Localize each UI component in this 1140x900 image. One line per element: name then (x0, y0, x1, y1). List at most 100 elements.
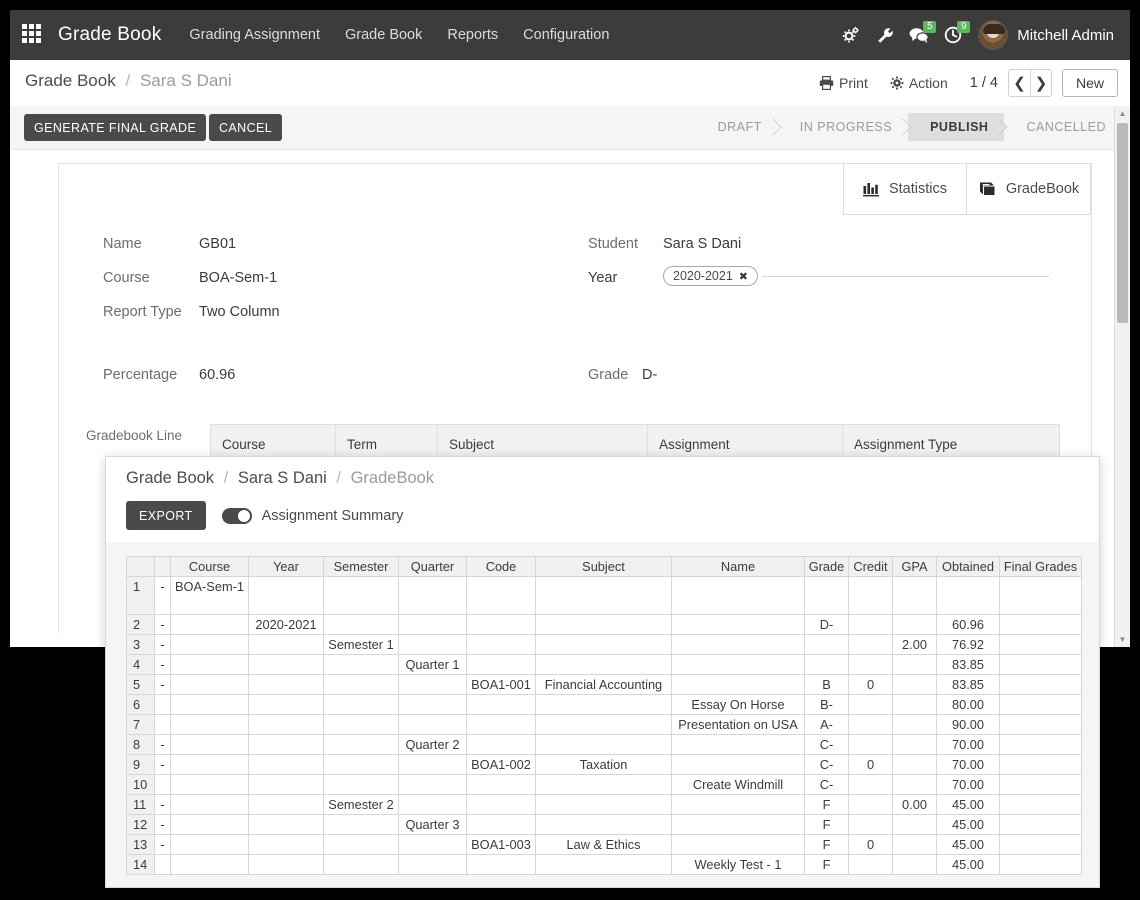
cell-name[interactable] (672, 795, 805, 815)
cell-course[interactable] (171, 755, 249, 775)
cell-credit[interactable] (849, 855, 893, 875)
field-name-value[interactable]: GB01 (199, 236, 236, 252)
status-in-progress[interactable]: IN PROGRESS (778, 113, 908, 141)
row-expand-toggle[interactable]: - (155, 755, 171, 775)
cell-semester[interactable] (324, 577, 399, 615)
cell-final-grades[interactable] (1000, 675, 1082, 695)
cell-name[interactable]: Essay On Horse (672, 695, 805, 715)
previous-record-button[interactable]: ❮ (1008, 69, 1030, 97)
th-credit[interactable]: Credit (849, 557, 893, 577)
cell-gpa[interactable]: 2.00 (893, 635, 937, 655)
nav-item-configuration[interactable]: Configuration (523, 27, 609, 43)
modal-breadcrumb-root[interactable]: Grade Book (126, 469, 214, 487)
row-expand-toggle[interactable]: - (155, 735, 171, 755)
th-subject[interactable]: Subject (536, 557, 672, 577)
cell-year[interactable] (249, 755, 324, 775)
table-row[interactable]: 2-2020-2021D-60.96 (127, 615, 1082, 635)
th-semester[interactable]: Semester (324, 557, 399, 577)
apps-grid-icon[interactable] (22, 24, 44, 46)
cell-name[interactable] (672, 735, 805, 755)
cell-grade[interactable]: C- (805, 775, 849, 795)
row-expand-toggle[interactable]: - (155, 655, 171, 675)
field-course-value[interactable]: BOA-Sem-1 (199, 270, 277, 286)
cell-credit[interactable]: 0 (849, 835, 893, 855)
cell-quarter[interactable]: Quarter 3 (399, 815, 467, 835)
cell-subject[interactable] (536, 635, 672, 655)
table-row[interactable]: 10Create WindmillC-70.00 (127, 775, 1082, 795)
cell-quarter[interactable] (399, 577, 467, 615)
cell-gpa[interactable] (893, 695, 937, 715)
row-expand-toggle[interactable]: - (155, 635, 171, 655)
th-name[interactable]: Name (672, 557, 805, 577)
table-row[interactable]: 11-Semester 2F0.0045.00 (127, 795, 1082, 815)
cell-year[interactable] (249, 735, 324, 755)
cancel-button[interactable]: CANCEL (209, 114, 282, 141)
cell-credit[interactable] (849, 775, 893, 795)
th-quarter[interactable]: Quarter (399, 557, 467, 577)
cell-course[interactable] (171, 815, 249, 835)
cell-year[interactable]: 2020-2021 (249, 615, 324, 635)
cell-quarter[interactable] (399, 835, 467, 855)
cell-obtained[interactable]: 70.00 (937, 735, 1000, 755)
cell-name[interactable] (672, 815, 805, 835)
table-row[interactable]: 3-Semester 12.0076.92 (127, 635, 1082, 655)
username-label[interactable]: Mitchell Admin (1017, 27, 1114, 44)
cell-year[interactable] (249, 815, 324, 835)
assignment-summary-toggle[interactable] (222, 508, 252, 524)
cell-name[interactable]: Weekly Test - 1 (672, 855, 805, 875)
cell-subject[interactable] (536, 775, 672, 795)
cell-subject[interactable] (536, 615, 672, 635)
cell-final-grades[interactable] (1000, 655, 1082, 675)
table-row[interactable]: 8-Quarter 2C-70.00 (127, 735, 1082, 755)
table-row[interactable]: 7Presentation on USAA-90.00 (127, 715, 1082, 735)
generate-final-grade-button[interactable]: GENERATE FINAL GRADE (24, 114, 206, 141)
next-record-button[interactable]: ❯ (1030, 69, 1052, 97)
cell-name[interactable] (672, 635, 805, 655)
field-report-type-value[interactable]: Two Column (199, 304, 280, 320)
cell-semester[interactable] (324, 775, 399, 795)
field-student-value[interactable]: Sara S Dani (663, 236, 741, 252)
cell-code[interactable]: BOA1-003 (467, 835, 536, 855)
row-expand-toggle[interactable]: - (155, 675, 171, 695)
cell-subject[interactable] (536, 655, 672, 675)
cell-subject[interactable] (536, 735, 672, 755)
cell-obtained[interactable]: 45.00 (937, 855, 1000, 875)
cell-name[interactable] (672, 835, 805, 855)
nav-item-reports[interactable]: Reports (447, 27, 498, 43)
table-row[interactable]: 12-Quarter 3F45.00 (127, 815, 1082, 835)
cell-credit[interactable] (849, 815, 893, 835)
cell-gpa[interactable] (893, 775, 937, 795)
cell-subject[interactable] (536, 715, 672, 735)
cell-code[interactable]: BOA1-002 (467, 755, 536, 775)
cell-subject[interactable] (536, 855, 672, 875)
remove-tag-icon[interactable]: ✖ (739, 270, 748, 283)
cell-credit[interactable] (849, 577, 893, 615)
cell-obtained[interactable]: 76.92 (937, 635, 1000, 655)
cell-obtained[interactable]: 70.00 (937, 775, 1000, 795)
modal-breadcrumb-mid[interactable]: Sara S Dani (238, 469, 327, 487)
cell-code[interactable] (467, 635, 536, 655)
cell-code[interactable] (467, 695, 536, 715)
cell-gpa[interactable] (893, 577, 937, 615)
cell-code[interactable] (467, 795, 536, 815)
cell-course[interactable] (171, 695, 249, 715)
cell-quarter[interactable] (399, 715, 467, 735)
cell-credit[interactable]: 0 (849, 755, 893, 775)
cell-obtained[interactable]: 83.85 (937, 655, 1000, 675)
cell-quarter[interactable] (399, 855, 467, 875)
cell-name[interactable] (672, 675, 805, 695)
cell-semester[interactable] (324, 835, 399, 855)
field-grade-value[interactable]: D- (642, 367, 657, 383)
status-cancelled[interactable]: CANCELLED (1004, 113, 1122, 141)
th-course[interactable]: Course (171, 557, 249, 577)
cell-obtained[interactable]: 70.00 (937, 755, 1000, 775)
cell-credit[interactable] (849, 615, 893, 635)
cell-year[interactable] (249, 775, 324, 795)
table-row[interactable]: 1-BOA-Sem-1 (127, 577, 1082, 615)
cell-name[interactable]: Presentation on USA (672, 715, 805, 735)
row-expand-toggle[interactable] (155, 695, 171, 715)
cell-year[interactable] (249, 835, 324, 855)
vertical-scrollbar[interactable]: ▲ ▼ (1114, 106, 1130, 647)
table-row[interactable]: 5-BOA1-001Financial AccountingB083.85 (127, 675, 1082, 695)
cell-code[interactable] (467, 735, 536, 755)
